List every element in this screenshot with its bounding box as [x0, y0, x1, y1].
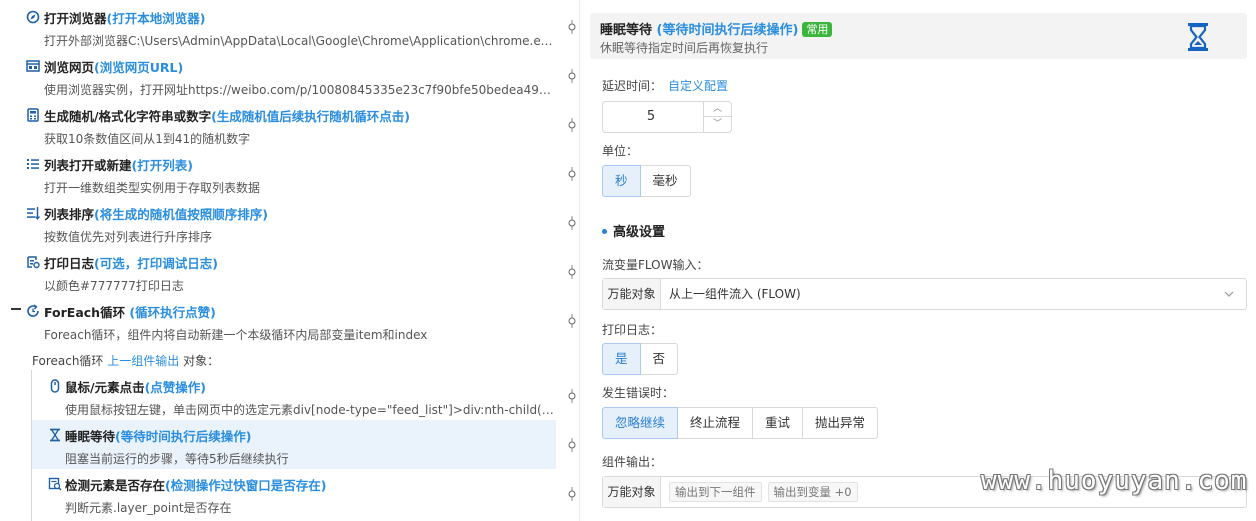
- advanced-settings-heading: 高级设置: [602, 221, 665, 240]
- error-option-terminate[interactable]: 终止流程: [677, 407, 754, 439]
- connector-icon[interactable]: [566, 69, 578, 83]
- calculator-icon: [27, 108, 39, 122]
- step-title: 浏览网页(浏览网页URL): [44, 60, 184, 75]
- step-title: 鼠标/元素点击(点赞操作): [65, 380, 207, 395]
- flow-input-value: 从上一组件流入 (FLOW): [669, 287, 801, 301]
- output-type: 万能对象: [603, 477, 661, 507]
- step-desc: 使用鼠标按钮左键，单击网页中的选定元素div[node-type="feed_l…: [65, 403, 555, 417]
- connector-icon[interactable]: [566, 487, 578, 501]
- print-log-selector: 是 否: [602, 343, 679, 375]
- watermark: www.huoyuyan.com: [981, 466, 1248, 496]
- step-title: 检测元素是否存在(检测操作过快窗口是否存在): [65, 478, 327, 493]
- connector-icon[interactable]: [566, 167, 578, 181]
- step-desc: 按数值优先对列表进行升序排序: [44, 230, 213, 244]
- flow-step-print-log[interactable]: 打印日志(可选，打印调试日志) 以颜色#777777打印日志: [0, 247, 579, 296]
- step-title: 列表打开或新建(打开列表): [44, 158, 193, 173]
- flow-input-label: 流变量FLOW输入：: [602, 258, 709, 272]
- delay-value[interactable]: 5: [603, 102, 699, 132]
- stepper-buttons: ︿ ﹀: [703, 102, 731, 132]
- component-output-label: 组件输出：: [602, 455, 663, 469]
- chevron-up-icon[interactable]: ︿: [704, 102, 731, 117]
- panel-description: 休眠等待指定时间后再恢复执行: [600, 41, 769, 55]
- list-icon: [27, 159, 39, 169]
- sort-list-icon: [27, 207, 40, 220]
- connector-icon[interactable]: [566, 118, 578, 132]
- flow-step-sleep-wait[interactable]: 睡眠等待(等待时间执行后续操作) 阻塞当前运行的步骤，等待5秒后继续执行: [32, 420, 576, 469]
- detect-element-icon: [48, 477, 62, 491]
- flow-step-open-browser[interactable]: 打开浏览器(打开本地浏览器) 打开外部浏览器C:\Users\Admin\App…: [0, 2, 579, 51]
- custom-config-link[interactable]: 自定义配置: [668, 79, 728, 93]
- flow-step-detect-element[interactable]: 检测元素是否存在(检测操作过快窗口是否存在) 判断元素.layer_point是…: [0, 469, 579, 518]
- delay-stepper[interactable]: 5 ︿ ﹀: [602, 101, 732, 133]
- step-desc: Foreach循环，组件内将自动新建一个本级循环内局部变量item和index: [44, 328, 428, 342]
- flow-step-foreach[interactable]: ForEach循环 (循环执行点赞) Foreach循环，组件内将自动新建一个本…: [0, 296, 579, 345]
- chevron-down-icon[interactable]: ﹀: [704, 117, 731, 132]
- output-tags: 输出到下一组件 输出到变量 +0: [669, 482, 864, 502]
- log-option-no[interactable]: 否: [639, 343, 679, 375]
- step-desc: 打开一维数组类型实例用于存取列表数据: [44, 181, 261, 195]
- flow-step-list-open[interactable]: 列表打开或新建(打开列表) 打开一维数组类型实例用于存取列表数据: [0, 149, 579, 198]
- step-desc: 获取10条数值区间从1到41的随机数字: [44, 132, 251, 146]
- foreach-object-label: Foreach循环 上一组件输出 对象：: [32, 354, 220, 368]
- panel-header: 睡眠等待 (等待时间执行后续操作) 常用 休眠等待指定时间后再恢复执行: [590, 13, 1247, 59]
- output-tag-next[interactable]: 输出到下一组件: [669, 482, 762, 502]
- on-error-selector: 忽略继续 终止流程 重试 抛出异常: [602, 407, 879, 439]
- mouse-icon: [50, 379, 60, 393]
- log-option-yes[interactable]: 是: [602, 343, 641, 375]
- hourglass-icon: [1188, 23, 1208, 51]
- chevron-down-icon[interactable]: [1224, 289, 1234, 299]
- flow-step-mouse-click[interactable]: 鼠标/元素点击(点赞操作) 使用鼠标按钮左键，单击网页中的选定元素div[nod…: [0, 371, 579, 420]
- step-desc: 使用浏览器实例，打开网址https://weibo.com/p/10080845…: [44, 83, 554, 97]
- connector-icon[interactable]: [566, 216, 578, 230]
- connector-icon[interactable]: [566, 314, 578, 328]
- connector-icon[interactable]: [566, 265, 578, 279]
- flow-input-select[interactable]: 万能对象 从上一组件流入 (FLOW): [602, 278, 1247, 310]
- flow-list: 打开浏览器(打开本地浏览器) 打开外部浏览器C:\Users\Admin\App…: [0, 0, 580, 521]
- step-title: 打印日志(可选，打印调试日志): [44, 256, 218, 271]
- step-title: 列表排序(将生成的随机值按照顺序排序): [44, 207, 268, 222]
- connector-icon[interactable]: [566, 20, 578, 34]
- step-desc: 判断元素.layer_point是否存在: [65, 501, 232, 515]
- app-root: 打开浏览器(打开本地浏览器) 打开外部浏览器C:\Users\Admin\App…: [0, 0, 1256, 521]
- error-option-throw[interactable]: 抛出异常: [802, 407, 879, 439]
- on-error-label: 发生错误时：: [602, 386, 675, 400]
- loop-icon: [27, 304, 39, 317]
- step-desc: 打开外部浏览器C:\Users\Admin\AppData\Local\Goog…: [44, 34, 554, 48]
- log-icon: [27, 256, 40, 269]
- flow-step-browse-page[interactable]: 浏览网页(浏览网页URL) 使用浏览器实例，打开网址https://weibo.…: [0, 51, 579, 100]
- step-title: 打开浏览器(打开本地浏览器): [44, 11, 206, 26]
- unit-label: 单位：: [602, 144, 639, 158]
- error-option-retry[interactable]: 重试: [752, 407, 804, 439]
- unit-selector: 秒 毫秒: [602, 165, 691, 197]
- hourglass-icon: [50, 428, 60, 442]
- foreach-source-link[interactable]: 上一组件输出: [107, 354, 179, 368]
- step-desc: 以颜色#777777打印日志: [44, 279, 184, 293]
- unit-option-milliseconds[interactable]: 毫秒: [639, 165, 691, 197]
- error-option-ignore[interactable]: 忽略继续: [602, 407, 679, 439]
- output-tag-variable[interactable]: 输出到变量 +0: [767, 482, 858, 502]
- browser-window-icon: [26, 60, 40, 72]
- common-badge: 常用: [802, 22, 833, 37]
- step-title: ForEach循环 (循环执行点赞): [44, 305, 216, 320]
- delay-label: 延迟时间： 自定义配置: [602, 79, 729, 93]
- flow-step-list-sort[interactable]: 列表排序(将生成的随机值按照顺序排序) 按数值优先对列表进行升序排序: [0, 198, 579, 247]
- connector-icon[interactable]: [566, 389, 578, 403]
- step-desc: 阻塞当前运行的步骤，等待5秒后继续执行: [65, 452, 289, 466]
- print-log-label: 打印日志：: [602, 323, 663, 337]
- unit-option-seconds[interactable]: 秒: [602, 165, 641, 197]
- step-title: 睡眠等待(等待时间执行后续操作): [65, 429, 252, 444]
- flow-input-type: 万能对象: [603, 279, 661, 309]
- bullet-dot: [602, 229, 607, 234]
- flow-step-random[interactable]: 生成随机/格式化字符串或数字(生成随机值后续执行随机循环点击) 获取10条数值区…: [0, 100, 579, 149]
- component-settings-panel: 睡眠等待 (等待时间执行后续操作) 常用 休眠等待指定时间后再恢复执行 延迟时间：…: [590, 0, 1256, 521]
- step-title: 生成随机/格式化字符串或数字(生成随机值后续执行随机循环点击): [44, 109, 411, 124]
- connector-icon[interactable]: [566, 438, 578, 452]
- compass-icon: [26, 10, 40, 24]
- panel-title: 睡眠等待 (等待时间执行后续操作) 常用: [600, 19, 833, 38]
